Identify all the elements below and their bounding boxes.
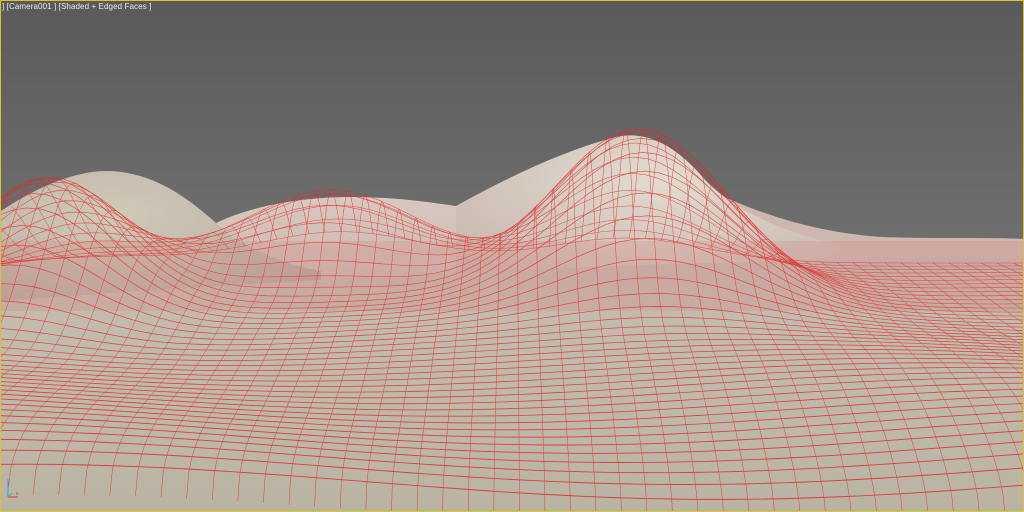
svg-text:x: x — [16, 491, 19, 497]
camera-viewport[interactable]: ] [Camera001 ] [Shaded + Edged Faces ] x — [0, 0, 1024, 512]
axis-tripod-icon: x — [7, 479, 19, 498]
terrain-mesh — [1, 128, 1023, 511]
viewport-label[interactable]: ] [Camera001 ] [Shaded + Edged Faces ] — [2, 2, 151, 11]
